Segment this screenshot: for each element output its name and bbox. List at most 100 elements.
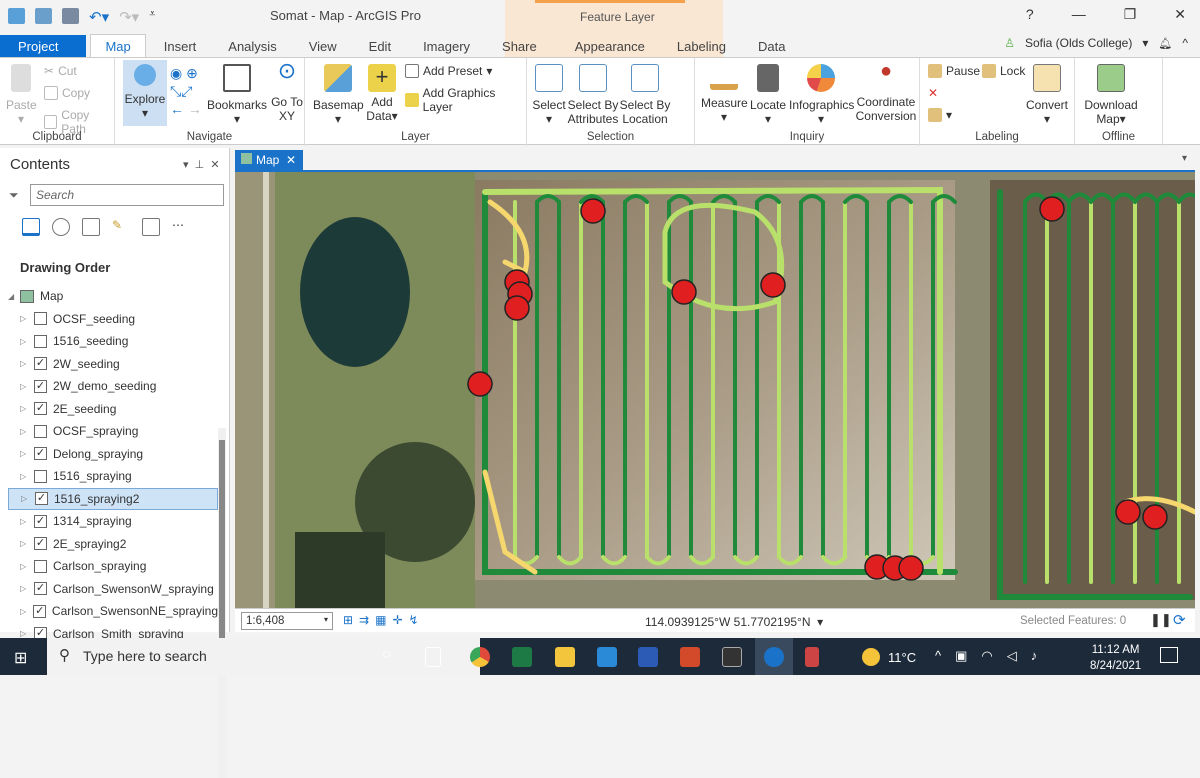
layer-item[interactable]: ▷ ✓ 2E_seeding bbox=[8, 398, 218, 421]
help-button[interactable]: ? bbox=[1026, 6, 1034, 23]
visibility-checkbox[interactable]: ✓ bbox=[34, 379, 47, 393]
layer-item[interactable]: ▷ OCSF_spraying bbox=[8, 420, 218, 443]
coordinate-conversion-button[interactable]: ● Coordinate Conversion bbox=[855, 61, 917, 123]
notifications-icon[interactable]: 🔔︎ bbox=[1158, 37, 1172, 50]
visibility-checkbox[interactable] bbox=[34, 312, 47, 326]
locate-button[interactable]: Locate ▾ bbox=[749, 64, 787, 126]
expand-icon[interactable]: ▷ bbox=[20, 629, 30, 638]
pause-labeling-button[interactable]: Pause bbox=[928, 64, 980, 78]
label-options-icon[interactable]: ▾ bbox=[928, 108, 952, 122]
explore-button[interactable]: Explore ▾ bbox=[123, 60, 167, 126]
infographics-button[interactable]: Infographics ▾ bbox=[789, 64, 854, 126]
windows-start-icon[interactable]: ⊞ bbox=[14, 648, 27, 668]
expand-icon[interactable]: ▷ bbox=[21, 494, 31, 503]
layer-item[interactable]: ▷ OCSF_seeding bbox=[8, 308, 218, 331]
expand-icon[interactable]: ▷ bbox=[20, 584, 30, 593]
snipping-tool-icon[interactable] bbox=[805, 647, 819, 667]
tab-map[interactable]: Map bbox=[90, 34, 146, 57]
customize-qat-icon[interactable]: ⩡ bbox=[149, 8, 155, 26]
basemap-button[interactable]: Basemap ▾ bbox=[313, 64, 364, 126]
layer-item[interactable]: ▷ ✓ 2W_demo_seeding bbox=[8, 375, 218, 398]
undo-icon[interactable]: ↶▾ bbox=[89, 8, 109, 26]
collapse-ribbon-button[interactable]: ^ bbox=[1182, 36, 1188, 50]
add-data-button[interactable]: + Add Data▾ bbox=[365, 64, 399, 123]
more-icon[interactable]: ⋯ bbox=[172, 218, 190, 236]
visibility-checkbox[interactable] bbox=[34, 469, 47, 483]
expand-icon[interactable]: ▷ bbox=[20, 337, 30, 346]
tab-data[interactable]: Data bbox=[744, 35, 799, 57]
visibility-checkbox[interactable]: ✓ bbox=[33, 604, 46, 618]
visibility-checkbox[interactable]: ✓ bbox=[34, 402, 47, 416]
expand-icon[interactable]: ▷ bbox=[20, 404, 30, 413]
layer-item[interactable]: ▷ ✓ 1314_spraying bbox=[8, 510, 218, 533]
go-to-xy-button[interactable]: ⊙ Go To XY bbox=[269, 60, 305, 124]
pane-options[interactable]: ▾ ⊥ ✕ bbox=[183, 158, 220, 171]
expand-icon[interactable]: ▷ bbox=[20, 449, 30, 458]
tab-share[interactable]: Share bbox=[488, 35, 551, 57]
cut-button[interactable]: ✂ Cut bbox=[44, 64, 77, 78]
tab-analysis[interactable]: Analysis bbox=[214, 35, 290, 57]
measure-button[interactable]: Measure ▾ bbox=[701, 64, 748, 124]
tab-view[interactable]: View bbox=[295, 35, 351, 57]
user-account[interactable]: ♙ Sofia (Olds College) ▾ 🔔︎ ^ bbox=[1004, 36, 1188, 50]
map-node[interactable]: ◢ Map bbox=[8, 285, 218, 308]
tab-map-view[interactable]: Map ✕ bbox=[235, 150, 303, 170]
paste-button[interactable]: Paste ▾ bbox=[6, 64, 37, 126]
new-project-icon[interactable] bbox=[8, 8, 25, 24]
layer-item[interactable]: ▷ ✓ Delong_spraying bbox=[8, 443, 218, 466]
tab-insert[interactable]: Insert bbox=[150, 35, 211, 57]
list-by-snapping-icon[interactable] bbox=[142, 218, 160, 236]
visibility-checkbox[interactable]: ✓ bbox=[35, 492, 48, 506]
expand-icon[interactable]: ▷ bbox=[20, 359, 30, 368]
expand-icon[interactable]: ▷ bbox=[20, 517, 30, 526]
expand-icon[interactable]: ▷ bbox=[20, 314, 30, 323]
expand-icon[interactable]: ▷ bbox=[20, 607, 29, 616]
lock-labeling-button[interactable]: Lock bbox=[982, 64, 1025, 78]
list-by-selection-icon[interactable] bbox=[82, 218, 100, 236]
layer-item[interactable]: ▷ ✓ 1516_spraying2 bbox=[8, 487, 218, 510]
terminal-icon[interactable] bbox=[722, 647, 742, 667]
tab-project[interactable]: Project bbox=[0, 35, 87, 57]
layer-item[interactable]: ▷ 1516_seeding bbox=[8, 330, 218, 353]
bookmarks-button[interactable]: Bookmarks ▾ bbox=[207, 64, 267, 126]
minimize-button[interactable]: — bbox=[1072, 6, 1086, 23]
file-explorer-icon[interactable] bbox=[555, 647, 575, 667]
selected-features-count[interactable]: Selected Features: 0 bbox=[1020, 615, 1126, 627]
visibility-checkbox[interactable]: ✓ bbox=[34, 537, 47, 551]
convert-button[interactable]: Convert ▾ bbox=[1024, 64, 1070, 126]
restore-button[interactable]: ❐ bbox=[1124, 6, 1137, 23]
select-button[interactable]: Select ▾ bbox=[531, 64, 567, 126]
mail-icon[interactable] bbox=[597, 647, 617, 667]
visibility-checkbox[interactable] bbox=[34, 334, 47, 348]
layer-item[interactable]: ▷ ✓ Carlson_SwensonNE_spraying bbox=[8, 600, 218, 623]
navigation-tools[interactable]: ◉ ⊕ ⤡⤢ ← → bbox=[170, 64, 206, 120]
arcgis-pro-icon[interactable] bbox=[764, 647, 784, 667]
add-preset-button[interactable]: Add Preset ▾ bbox=[405, 64, 492, 78]
views-menu-icon[interactable]: ▾ bbox=[1182, 153, 1187, 164]
layer-item[interactable]: ▷ 1516_spraying bbox=[8, 465, 218, 488]
layer-item[interactable]: ▷ ✓ 2E_spraying2 bbox=[8, 533, 218, 556]
expand-icon[interactable]: ▷ bbox=[20, 382, 30, 391]
clock[interactable]: 11:12 AM 8/24/2021 bbox=[1090, 642, 1141, 674]
scale-dropdown[interactable]: 1:6,408 ▾ bbox=[241, 612, 333, 630]
layer-item[interactable]: ▷ ✓ 2W_seeding bbox=[8, 353, 218, 376]
weather-temperature[interactable]: 11°C bbox=[888, 650, 916, 665]
layer-item[interactable]: ▷ ✓ Carlson_SwensonW_spraying bbox=[8, 578, 218, 601]
list-by-data-source-icon[interactable] bbox=[52, 218, 70, 236]
tab-labeling[interactable]: Labeling bbox=[663, 35, 740, 57]
redo-icon[interactable]: ↷▾ bbox=[119, 8, 139, 26]
system-tray-icons[interactable]: ^▣◠◁♪ bbox=[935, 648, 1051, 664]
close-button[interactable]: ✕ bbox=[1174, 6, 1186, 23]
contents-search-input[interactable]: Search bbox=[30, 184, 224, 206]
save-icon[interactable] bbox=[62, 8, 79, 24]
filter-icon[interactable]: ⏷ bbox=[9, 188, 19, 203]
word-icon[interactable] bbox=[638, 647, 658, 667]
visibility-checkbox[interactable]: ✓ bbox=[34, 447, 47, 461]
visibility-checkbox[interactable]: ✓ bbox=[34, 514, 47, 528]
map-view[interactable] bbox=[235, 172, 1195, 608]
tab-imagery[interactable]: Imagery bbox=[409, 35, 484, 57]
select-by-location-button[interactable]: Select By Location bbox=[619, 64, 671, 126]
taskbar-search[interactable]: ⚲ Type here to search bbox=[47, 638, 480, 675]
refresh-icon[interactable]: ⟳ bbox=[1173, 611, 1186, 629]
chrome-icon[interactable] bbox=[470, 647, 490, 667]
